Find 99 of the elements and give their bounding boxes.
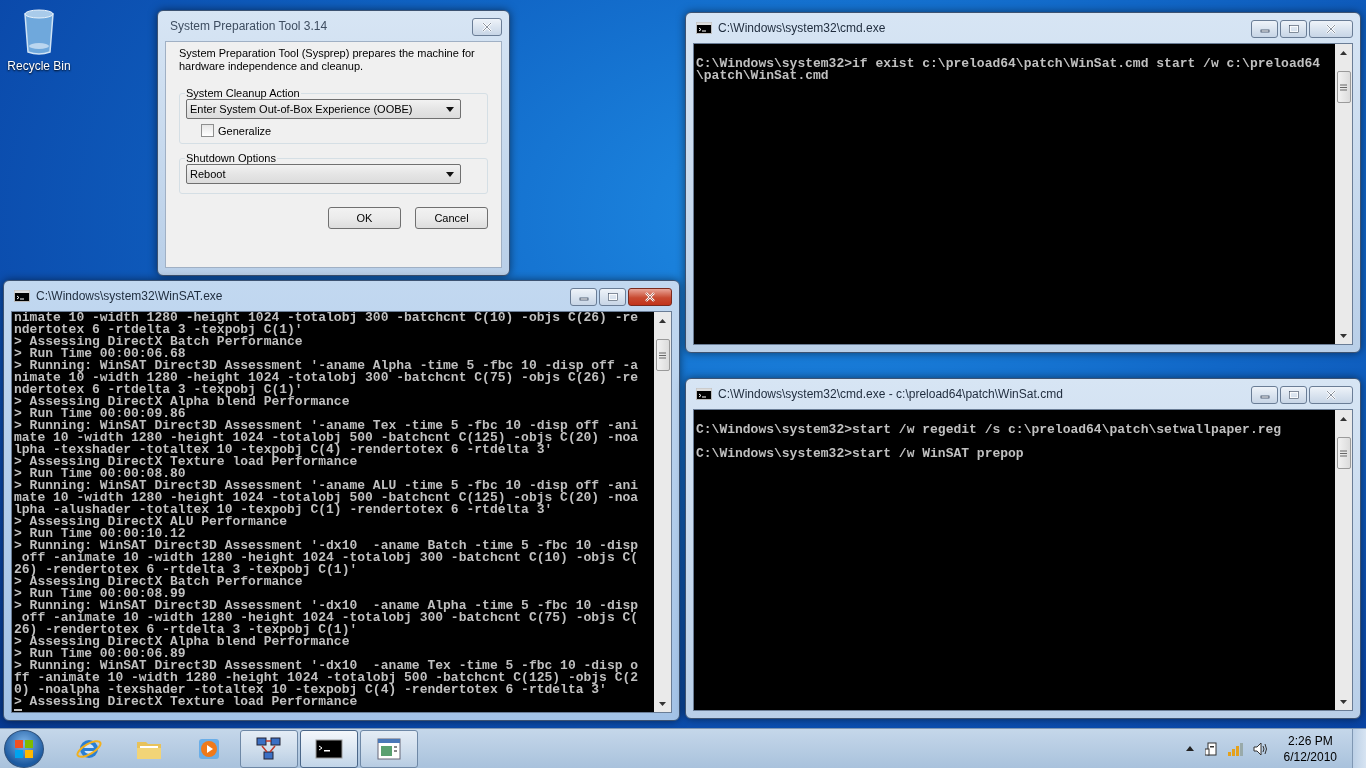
console-line: > Assessing DirectX Batch Performance — [14, 576, 303, 588]
vertical-scrollbar[interactable] — [1335, 44, 1352, 344]
console-line: C:\Windows\system32>start /w regedit /s c:\preload64\patch\setwallpaper.reg — [696, 424, 1283, 436]
console-line: lpha -alushader -totaltex 10 -texpobj C(1) -rendertotex 6 -rtdelta 3' — [14, 504, 554, 516]
start-button[interactable] — [4, 729, 44, 768]
vertical-scrollbar[interactable] — [1335, 410, 1352, 710]
ok-button[interactable]: OK — [328, 207, 401, 229]
close-button[interactable] — [1309, 386, 1353, 404]
console-line: > Run Time 00:00:08.80 — [14, 468, 186, 480]
console-line: C:\Windows\system32>start /w WinSAT prepop — [696, 448, 1025, 460]
window-title: C:\Windows\system32\cmd.exe — [718, 21, 886, 35]
console-line: > Running: WinSAT Direct3D Assessment '-aname Alpha -time 5 -fbc 10 -disp off -a — [14, 360, 640, 372]
console-line: > Running: WinSAT Direct3D Assessment '-aname Tex -time 5 -fbc 10 -disp off -ani — [14, 420, 640, 432]
console-line: lpha -texshader -totaltex 10 -texpobj C(4) -rendertotex 6 -rtdelta 3' — [14, 444, 554, 456]
caret-up-icon — [1185, 746, 1194, 751]
console-line: mate 10 -width 1280 -height 1024 -totalobj 500 -batchcnt C(125) -objs C(20) -noa — [14, 492, 640, 504]
console-app-icon — [14, 290, 30, 302]
console-line: > Running: WinSAT Direct3D Assessment '-aname ALU -time 5 -fbc 10 -disp off -ani — [14, 480, 640, 492]
grip-icon — [1340, 83, 1347, 91]
console-line: > Run Time 00:00:10.12 — [14, 528, 186, 540]
signal-icon — [1227, 741, 1244, 756]
restore-icon — [607, 293, 618, 301]
scroll-up-icon — [1340, 416, 1347, 421]
close-icon — [1325, 390, 1337, 400]
console-line: 26) -rendertotex 6 -rtdelta 3 -texpobj C(1)' — [14, 624, 358, 636]
taskbar-button[interactable] — [240, 729, 298, 768]
console-line: > Running: WinSAT Direct3D Assessment '-dx10 -aname Alpha -time 5 -fbc 10 -disp — [14, 600, 640, 612]
console-line: > Assessing DirectX Alpha blend Performance — [14, 636, 350, 648]
close-button[interactable] — [628, 288, 672, 306]
taskbar-button[interactable] — [300, 729, 358, 768]
dropdown[interactable]: Reboot — [186, 164, 461, 184]
console-line: > Run Time 00:00:08.99 — [14, 588, 186, 600]
console-line: ndertotex 6 -rtdelta 3 -texpobj C(1)' — [14, 384, 303, 396]
window-title: C:\Windows\system32\cmd.exe - c:\preload64\patch\WinSat.cmd — [718, 387, 1063, 401]
console-line: 26) -rendertotex 6 -rtdelta 3 -texpobj C(1)' — [14, 564, 358, 576]
action-center-icon — [1204, 740, 1219, 757]
group-label: Shutdown Options — [185, 152, 277, 164]
console-app-icon — [696, 22, 712, 34]
clock[interactable]: 2:26 PM 6/12/2010 — [1277, 732, 1343, 765]
scroll-thumb[interactable] — [1336, 437, 1351, 469]
console-line: > Assessing DirectX Alpha blend Performance — [14, 396, 351, 408]
scroll-down-icon — [1340, 699, 1347, 704]
volume-icon — [1252, 741, 1269, 756]
scroll-down-icon — [1340, 333, 1347, 338]
console-line: off -animate 10 -width 1280 -height 1024 -totalobj 300 -batchcnt C(75) -objs C( — [21, 612, 640, 624]
group-label: System Cleanup Action — [185, 87, 301, 99]
console-line: nimate 10 -width 1280 -height 1024 -totalobj 300 -batchcnt C(75) -objs C(26) -re — [14, 372, 640, 384]
console-app-icon — [696, 388, 712, 400]
checkbox-option[interactable]: Generalize — [201, 124, 480, 137]
console-line: nimate 10 -width 1280 -height 1024 -totalobj 300 -batchcnt C(10) -objs C(26) -re — [14, 312, 640, 324]
scroll-up-icon — [1340, 50, 1347, 55]
console-line: mate 10 -width 1280 -height 1024 -totalobj 500 -batchcnt C(125) -objs C(20) -noa — [14, 432, 640, 444]
restore-button[interactable] — [1280, 386, 1307, 404]
console-line: off -animate 10 -width 1280 -height 1024 -totalobj 300 -batchcnt C(10) -objs C( — [21, 552, 640, 564]
console-line: > Assessing DirectX Texture load Performance — [14, 696, 359, 708]
restore-button[interactable] — [1280, 20, 1307, 38]
console-line: > Assessing DirectX ALU Performance — [14, 516, 288, 528]
console-line: > Assessing DirectX Texture load Performance — [14, 456, 359, 468]
vertical-scrollbar[interactable] — [654, 312, 671, 712]
minimize-button[interactable] — [1251, 386, 1278, 404]
windows-logo-icon — [13, 737, 35, 760]
show-desktop-button[interactable] — [1352, 729, 1366, 768]
minimize-button[interactable] — [570, 288, 597, 306]
close-button[interactable] — [472, 18, 502, 36]
console-line: > Run Time 00:00:06.68 — [14, 348, 186, 360]
console-line: ff -animate 10 -width 1280 -height 1024 -totalobj 500 -batchcnt C(125) -objs C(2 — [14, 672, 640, 684]
console-line: C:\Windows\system32>if exist c:\preload64\patch\WinSat.cmd start /w c:\preload64 — [696, 58, 1322, 70]
caret-icon — [446, 106, 454, 112]
scroll-thumb[interactable] — [655, 339, 670, 371]
network-computers-icon — [255, 734, 283, 763]
close-icon — [481, 22, 493, 32]
close-button[interactable] — [1309, 20, 1353, 38]
window-title: System Preparation Tool 3.14 — [169, 19, 328, 33]
minimize-button[interactable] — [1251, 20, 1278, 38]
restore-icon — [1288, 25, 1299, 33]
close-icon — [644, 292, 656, 302]
console-line: > Run Time 00:00:09.86 — [14, 408, 186, 420]
console-line: > Assessing DirectX Batch Performance — [14, 336, 304, 348]
cancel-button[interactable]: Cancel — [415, 207, 488, 229]
console-line: ndertotex 6 -rtdelta 3 -texpobj C(1)' — [14, 324, 303, 336]
dropdown[interactable]: Enter System Out-of-Box Experience (OOBE) — [186, 99, 461, 119]
desktop-icon-label[interactable]: Recycle Bin — [7, 59, 71, 73]
show-hidden-icons-button[interactable] — [1183, 744, 1196, 753]
window-title: C:\Windows\system32\WinSAT.exe — [36, 289, 223, 303]
console-line: \patch\WinSat.cmd — [696, 70, 829, 82]
console-line: 0) -noalpha -texshader -totaltex 10 -texpobj C(4) -rendertotex 6 -rtdelta 3' — [14, 684, 608, 696]
scroll-thumb[interactable] — [1336, 71, 1351, 103]
close-icon — [1325, 24, 1337, 34]
restore-icon — [1288, 391, 1299, 399]
console-line: > Running: WinSAT Direct3D Assessment '-dx10 -aname Batch -time 5 -fbc 10 -disp — [14, 540, 640, 552]
restore-button[interactable] — [599, 288, 626, 306]
description-text: System Preparation Tool (Sysprep) prepares the machine for hardware independence and cleanup. — [179, 47, 476, 73]
grip-icon — [659, 351, 666, 359]
scroll-up-icon — [659, 318, 666, 323]
scroll-down-icon — [659, 701, 666, 706]
caret-icon — [446, 171, 454, 177]
grip-icon — [1340, 449, 1347, 457]
console-line: > Running: WinSAT Direct3D Assessment '-dx10 -aname Tex -time 5 -fbc 10 -disp o — [14, 660, 640, 672]
console-line: > Run Time 00:00:06.89 — [14, 648, 186, 660]
